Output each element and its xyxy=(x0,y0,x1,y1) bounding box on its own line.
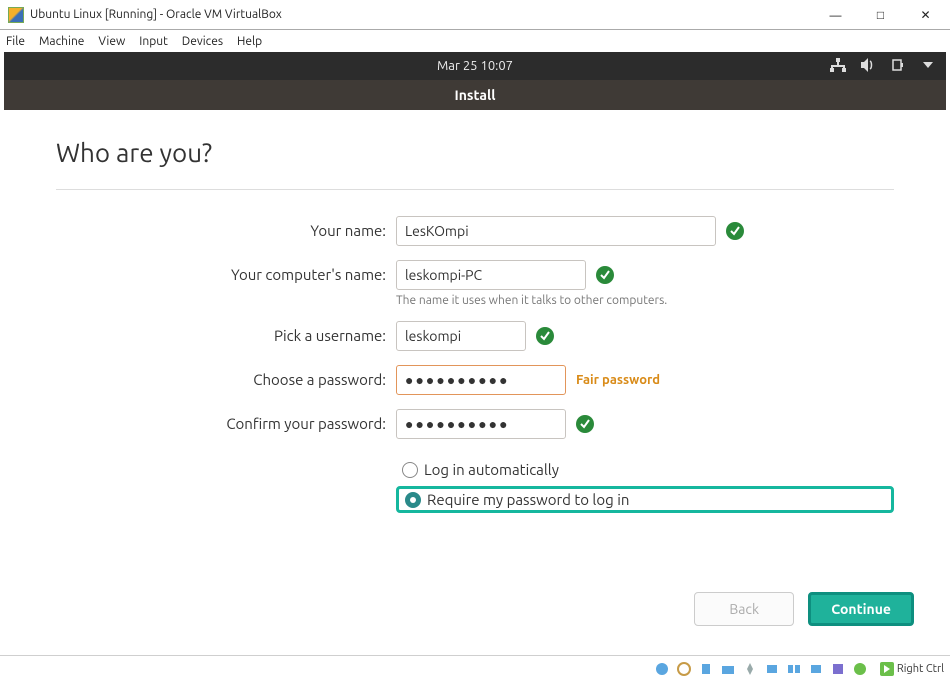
sound-icon[interactable] xyxy=(860,58,876,75)
chevron-down-icon[interactable] xyxy=(920,58,936,75)
menu-view[interactable]: View xyxy=(98,35,125,48)
radio-label: Require my password to log in xyxy=(427,491,629,508)
page-title: Who are you? xyxy=(56,138,894,167)
ubuntu-top-bar: Mar 25 10:07 xyxy=(4,52,946,80)
hostkey-arrow-icon xyxy=(880,662,894,676)
menu-input[interactable]: Input xyxy=(139,35,168,48)
host-key-label: Right Ctrl xyxy=(897,663,944,675)
check-icon xyxy=(726,222,744,240)
continue-button[interactable]: Continue xyxy=(808,592,914,626)
check-icon xyxy=(596,266,614,284)
virtualbox-titlebar: Ubuntu Linux [Running] - Oracle VM Virtu… xyxy=(0,0,950,30)
minimize-button[interactable]: — xyxy=(813,1,858,29)
divider xyxy=(56,189,894,190)
guest-display: Mar 25 10:07 Install Who are you? Your n… xyxy=(4,52,946,648)
form-grid: Your name: Your computer's name: The nam… xyxy=(56,216,894,513)
virtualbox-menubar: File Machine View Input Devices Help xyxy=(0,30,950,52)
label-password: Choose a password: xyxy=(56,365,396,388)
password-input[interactable] xyxy=(396,365,566,395)
virtualbox-icon xyxy=(8,7,24,23)
installer-header-title: Install xyxy=(455,87,496,103)
maximize-button[interactable]: □ xyxy=(858,1,903,29)
username-input[interactable] xyxy=(396,321,526,351)
radio-label: Log in automatically xyxy=(424,461,559,478)
installer-body: Who are you? Your name: Your computer's … xyxy=(4,110,946,513)
clock: Mar 25 10:07 xyxy=(437,59,513,73)
check-icon xyxy=(576,415,594,433)
status-audio-icon[interactable] xyxy=(764,661,780,677)
menu-file[interactable]: File xyxy=(6,35,25,48)
status-network-icon[interactable] xyxy=(786,661,802,677)
menu-machine[interactable]: Machine xyxy=(39,35,84,48)
host-key-indicator[interactable]: Right Ctrl xyxy=(880,662,944,676)
label-your-name: Your name: xyxy=(56,216,396,239)
status-processor-icon[interactable] xyxy=(830,661,846,677)
virtualbox-statusbar: Right Ctrl xyxy=(0,655,950,681)
status-shared-folder-icon[interactable] xyxy=(720,661,736,677)
radio-login-automatically[interactable]: Log in automatically xyxy=(396,459,894,480)
radio-require-password[interactable]: Require my password to log in xyxy=(396,486,894,513)
window-title: Ubuntu Linux [Running] - Oracle VM Virtu… xyxy=(30,8,813,21)
label-computer-name: Your computer's name: xyxy=(56,260,396,283)
nav-buttons: Back Continue xyxy=(694,592,914,626)
power-icon[interactable] xyxy=(890,58,906,75)
label-confirm-password: Confirm your password: xyxy=(56,409,396,432)
label-username: Pick a username: xyxy=(56,321,396,344)
status-harddisk-icon[interactable] xyxy=(654,661,670,677)
back-button[interactable]: Back xyxy=(694,592,794,626)
password-strength: Fair password xyxy=(576,373,660,387)
status-usb-icon[interactable] xyxy=(698,661,714,677)
status-display-icon[interactable] xyxy=(742,661,758,677)
network-icon[interactable] xyxy=(830,58,846,75)
menu-help[interactable]: Help xyxy=(237,35,262,48)
status-recording-icon[interactable] xyxy=(808,661,824,677)
status-optical-icon[interactable] xyxy=(676,661,692,677)
menu-devices[interactable]: Devices xyxy=(182,35,223,48)
your-name-input[interactable] xyxy=(396,216,716,246)
login-option-group: Log in automatically Require my password… xyxy=(396,453,894,513)
status-mouse-icon[interactable] xyxy=(852,661,868,677)
close-button[interactable]: ✕ xyxy=(903,1,948,29)
installer-header: Install xyxy=(4,80,946,110)
system-tray[interactable] xyxy=(830,58,936,75)
confirm-password-input[interactable] xyxy=(396,409,566,439)
check-icon xyxy=(536,327,554,345)
computer-name-hint: The name it uses when it talks to other … xyxy=(396,294,894,307)
computer-name-input[interactable] xyxy=(396,260,586,290)
